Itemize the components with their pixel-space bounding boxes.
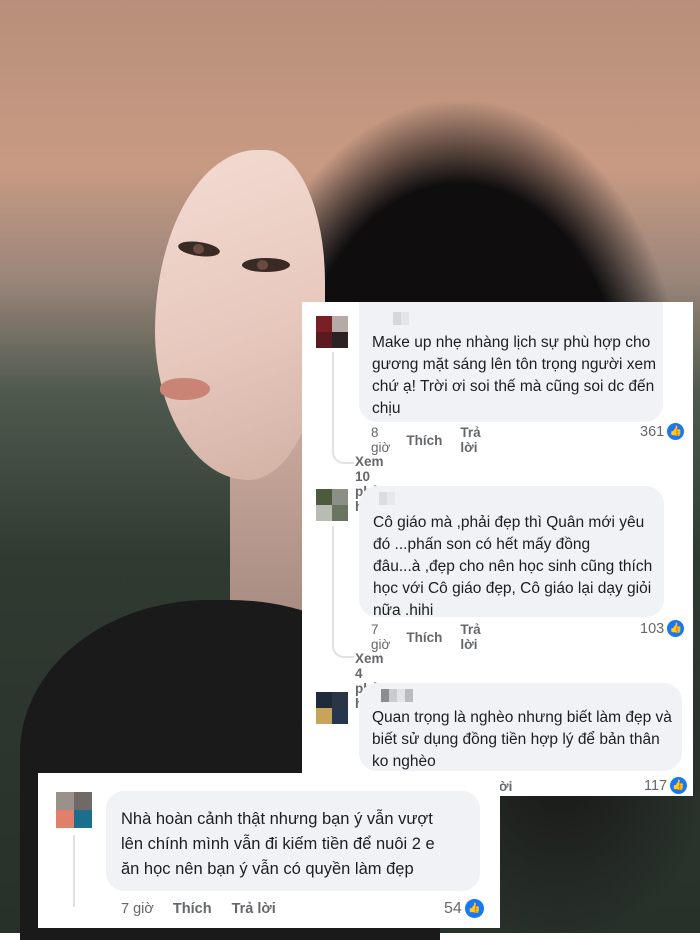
like-count[interactable]: 361 👍 xyxy=(640,423,685,440)
thread-connector xyxy=(332,448,354,464)
comments-screenshot-panel: Make up nhẹ nhàng lịch sự phù hợp cho gư… xyxy=(302,302,693,796)
comment-actions: ời xyxy=(499,779,512,794)
thread-line xyxy=(332,526,334,646)
comment-screenshot-panel-front: Nhà hoàn cảnh thật nhưng bạn ý vẫn vượt … xyxy=(38,773,500,928)
commenter-avatar[interactable] xyxy=(56,792,92,828)
commenter-avatar[interactable] xyxy=(316,489,348,521)
commenter-avatar[interactable] xyxy=(316,316,348,348)
comment-text-line: chứ ạ! Trời ơi soi thế mà cũng soi dc đế… xyxy=(372,378,655,395)
comment-actions: 7 giờ Thích Trả lời xyxy=(121,901,276,917)
comment-bubble: Quan trọng là nghèo nhưng biết làm đẹp v… xyxy=(359,683,682,771)
like-count-value: 361 xyxy=(640,423,665,440)
reply-button-partial[interactable]: ời xyxy=(499,779,512,794)
thumbs-up-icon: 👍 xyxy=(670,777,688,794)
thread-connector xyxy=(332,642,354,658)
thumbs-up-icon: 👍 xyxy=(667,423,685,440)
like-count-value: 117 xyxy=(644,777,668,794)
photo-eye-right xyxy=(242,258,290,272)
comment-bubble: Cô giáo mà ,phải đẹp thì Quân mới yêu đó… xyxy=(359,486,664,619)
comment-text-line: gương mặt sáng lên tôn trọng người xem xyxy=(372,356,657,373)
like-count[interactable]: 117 👍 xyxy=(644,777,688,794)
like-count[interactable]: 54 👍 xyxy=(444,899,484,918)
like-button[interactable]: Thích xyxy=(406,630,442,645)
comment-timestamp[interactable]: 7 giờ xyxy=(121,901,154,917)
comment-text-line: Quan trọng là nghèo nhưng biết làm đẹp v… xyxy=(372,709,672,726)
comment-text-line: học với Cô giáo đẹp, Cô giáo lại dạy giỏ… xyxy=(373,580,652,597)
reply-button[interactable]: Trả lời xyxy=(460,622,480,652)
like-button[interactable]: Thích xyxy=(173,901,212,917)
thread-line xyxy=(332,352,334,454)
comment-actions: 7 giờ Thích Trả lời xyxy=(371,622,481,652)
like-count-value: 103 xyxy=(640,620,665,637)
comment-bubble: Make up nhẹ nhàng lịch sự phù hợp cho gư… xyxy=(359,302,663,422)
comment-actions: 8 giờ Thích Trả lời xyxy=(371,425,481,455)
comment-text-line: Nhà hoàn cảnh thật nhưng bạn ý vẫn vượt xyxy=(121,810,433,828)
reply-button[interactable]: Trả lời xyxy=(460,425,480,455)
comment-text-line: nữa .hihi xyxy=(373,602,434,619)
photo-lips xyxy=(160,378,210,400)
comment-text-line: Cô giáo mà ,phải đẹp thì Quân mới yêu xyxy=(373,514,645,531)
thumbs-up-icon: 👍 xyxy=(667,620,685,637)
thumbs-up-icon: 👍 xyxy=(464,899,484,918)
comment-text-line: ăn học nên bạn ý vẫn có quyền làm đẹp xyxy=(121,860,414,878)
comment-timestamp[interactable]: 7 giờ xyxy=(371,622,390,652)
comment-text-line: biết sử dụng đồng tiền hợp lý để bản thâ… xyxy=(372,731,660,748)
commenter-name-redacted[interactable] xyxy=(381,689,413,702)
comment-text-line: lên chính mình vẫn đi kiếm tiền để nuôi … xyxy=(121,835,435,853)
comment-text-line: chịu xyxy=(372,400,401,417)
comment-text-line: Make up nhẹ nhàng lịch sự phù hợp cho xyxy=(372,334,651,351)
comment-text-line: đâu...à ,đẹp cho nên học sinh cũng thích xyxy=(373,558,653,575)
commenter-name-redacted[interactable] xyxy=(379,492,395,505)
like-count-value: 54 xyxy=(444,899,462,917)
like-count[interactable]: 103 👍 xyxy=(640,620,685,637)
thread-line xyxy=(73,835,75,907)
reply-button[interactable]: Trả lời xyxy=(232,901,276,917)
commenter-name-redacted[interactable] xyxy=(393,312,409,325)
comment-timestamp[interactable]: 8 giờ xyxy=(371,425,390,455)
comment-bubble: Nhà hoàn cảnh thật nhưng bạn ý vẫn vượt … xyxy=(106,791,480,891)
like-button[interactable]: Thích xyxy=(406,433,442,448)
comment-text-line: đó ...phấn son có hết mấy đồng xyxy=(373,536,591,553)
comment-text-line: ko nghèo xyxy=(372,753,436,770)
commenter-avatar[interactable] xyxy=(316,692,348,724)
